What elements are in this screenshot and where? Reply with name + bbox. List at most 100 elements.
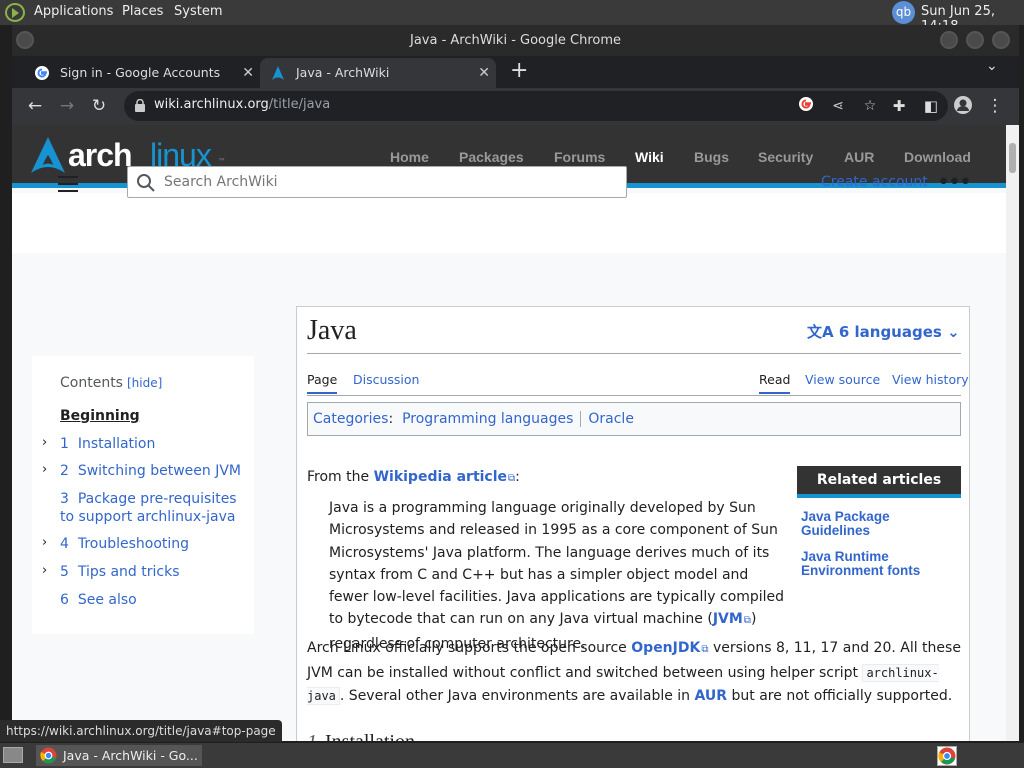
toc-item-beginning[interactable]: Beginning [60, 407, 250, 425]
url-host: wiki.archlinux.org [154, 97, 269, 112]
toc-item-troubleshooting[interactable]: 4 Troubleshooting [60, 535, 250, 553]
nav-security[interactable]: Security [758, 149, 813, 165]
toc-item-label: Tips and tricks [77, 564, 180, 580]
more-options-icon[interactable]: ••• [937, 170, 972, 195]
nav-forums[interactable]: Forums [554, 149, 605, 165]
related-java-package-guidelines[interactable]: Java Package Guidelines [801, 510, 961, 538]
window-menu-button[interactable] [16, 31, 34, 49]
reload-icon[interactable]: ↻ [88, 95, 110, 117]
logo-trademark: ™ [218, 157, 226, 166]
minimize-button[interactable] [940, 31, 958, 49]
close-tab-icon[interactable]: ✕ [242, 58, 254, 88]
back-arrow-icon[interactable]: ← [24, 95, 46, 117]
url-path: /title/java [268, 97, 331, 112]
address-bar[interactable]: wiki.archlinux.org/title/java ⋖ ☆ [124, 91, 948, 121]
quote-text: Java is a programming language originall… [329, 500, 785, 628]
system-menu[interactable]: System [174, 4, 222, 19]
arch-logo-icon [272, 66, 284, 80]
toc-item-see-also[interactable]: 6 See also [60, 591, 250, 609]
tab-view-source[interactable]: View source [805, 372, 880, 387]
profile-icon[interactable] [952, 95, 974, 117]
tab-read[interactable]: Read [759, 372, 791, 394]
tab-search-chevron-icon[interactable]: ⌄ [986, 58, 998, 74]
places-menu[interactable]: Places [122, 4, 163, 19]
chevron-right-icon[interactable]: › [42, 563, 47, 578]
nav-download[interactable]: Download [904, 149, 971, 165]
page-title: Java [307, 315, 357, 346]
kebab-menu-icon[interactable]: ⋮ [984, 95, 1006, 117]
related-jre-fonts[interactable]: Java Runtime Environment fonts [801, 550, 961, 578]
category-oracle[interactable]: Oracle [588, 411, 634, 427]
table-of-contents: Contents [hide] Beginning › 1 Installatio… [32, 356, 254, 634]
tab-archwiki-java[interactable]: Java - ArchWiki ✕ [260, 58, 496, 88]
taskbar-chrome-window[interactable]: Java - ArchWiki - Go... [36, 745, 202, 766]
lock-icon[interactable] [134, 99, 146, 112]
categories-box: Categories: Programming languages Oracle [307, 402, 961, 436]
toc-item-tips[interactable]: 5 Tips and tricks [60, 563, 250, 581]
logo-word-arch: arch [68, 137, 133, 173]
intro-line: From the Wikipedia article: [307, 466, 520, 490]
toc-item-number: 1 [60, 436, 69, 452]
nav-home[interactable]: Home [390, 149, 429, 165]
toc-item-number: 4 [60, 536, 69, 552]
window-title: Java - ArchWiki - Google Chrome [410, 33, 621, 48]
aur-link[interactable]: AUR [695, 688, 728, 704]
chevron-right-icon[interactable]: › [42, 535, 47, 550]
user-avatar[interactable]: qb [892, 1, 915, 24]
tab-google-accounts[interactable]: Sign in - Google Accounts ✕ [24, 58, 260, 88]
page-viewport: arch linux ™ Home Packages Forums Wiki B… [12, 125, 1006, 741]
new-tab-plus-icon[interactable]: + [510, 56, 528, 86]
search-input[interactable] [164, 172, 614, 192]
toc-hide-link[interactable]: [hide] [127, 376, 162, 390]
extensions-puzzle-icon[interactable]: ✚ [888, 95, 910, 117]
toc-item-label: See also [77, 592, 137, 608]
search-box[interactable] [127, 166, 627, 198]
share-icon[interactable]: ⋖ [828, 96, 848, 116]
scrollbar-thumb[interactable] [1009, 143, 1016, 173]
page-scrollbar[interactable] [1006, 125, 1019, 741]
toc-item-label: Switching between JVM [77, 463, 241, 479]
tab-label: Sign in - Google Accounts [60, 65, 221, 80]
tab-discussion[interactable]: Discussion [353, 372, 419, 387]
bookmark-star-icon[interactable]: ☆ [860, 96, 880, 116]
toc-item-number: 2 [60, 463, 69, 479]
distro-logo-icon[interactable] [5, 3, 25, 22]
main-menu-hamburger-icon[interactable] [58, 176, 78, 192]
side-panel-icon[interactable]: ◧ [920, 95, 942, 117]
applications-menu[interactable]: Applications [34, 4, 113, 19]
toc-item-prerequisites[interactable]: 3 Package pre-requisites to support arch… [60, 490, 250, 526]
close-window-button[interactable] [992, 31, 1010, 49]
jvm-link[interactable]: JVM [713, 611, 751, 627]
toc-item-installation[interactable]: 1 Installation [60, 435, 250, 453]
bottom-taskbar: Java - ArchWiki - Go... [0, 743, 1024, 768]
os-top-panel: Applications Places System qb Sun Jun 25… [0, 0, 1024, 34]
wikipedia-article-link[interactable]: Wikipedia article [374, 469, 516, 485]
chevron-right-icon[interactable]: › [42, 435, 47, 450]
category-programming-languages[interactable]: Programming languages [402, 411, 573, 427]
forward-arrow-icon[interactable]: → [56, 95, 78, 117]
window-titlebar[interactable]: Java - ArchWiki - Google Chrome [12, 25, 1019, 56]
toc-item-switching[interactable]: 2 Switching between JVM [60, 462, 250, 480]
tab-label: Java - ArchWiki [296, 65, 390, 80]
tray-chrome-icon[interactable] [937, 746, 957, 766]
nav-aur[interactable]: AUR [844, 149, 874, 165]
close-tab-icon[interactable]: ✕ [478, 58, 490, 88]
nav-bugs[interactable]: Bugs [694, 149, 729, 165]
tabs-divider [307, 395, 961, 396]
categories-link[interactable]: Categories [313, 411, 388, 427]
chevron-right-icon[interactable]: › [42, 462, 47, 477]
show-desktop-icon[interactable] [3, 747, 23, 763]
languages-label: 6 languages [838, 323, 942, 341]
related-articles-heading: Related articles [797, 466, 961, 498]
url-text[interactable]: wiki.archlinux.org/title/java [154, 97, 330, 112]
create-account-link[interactable]: Create account [821, 174, 928, 190]
nav-wiki[interactable]: Wiki [635, 149, 664, 165]
maximize-button[interactable] [966, 31, 984, 49]
tab-page[interactable]: Page [307, 372, 338, 394]
nav-packages[interactable]: Packages [459, 149, 524, 165]
google-lens-icon[interactable] [796, 96, 816, 116]
openjdk-link[interactable]: OpenJDK [631, 640, 708, 656]
language-selector[interactable]: 文A 6 languages ⌄ [807, 321, 960, 342]
tab-view-history[interactable]: View history [892, 372, 969, 387]
para-text: . Several other Java environments are av… [339, 688, 691, 704]
